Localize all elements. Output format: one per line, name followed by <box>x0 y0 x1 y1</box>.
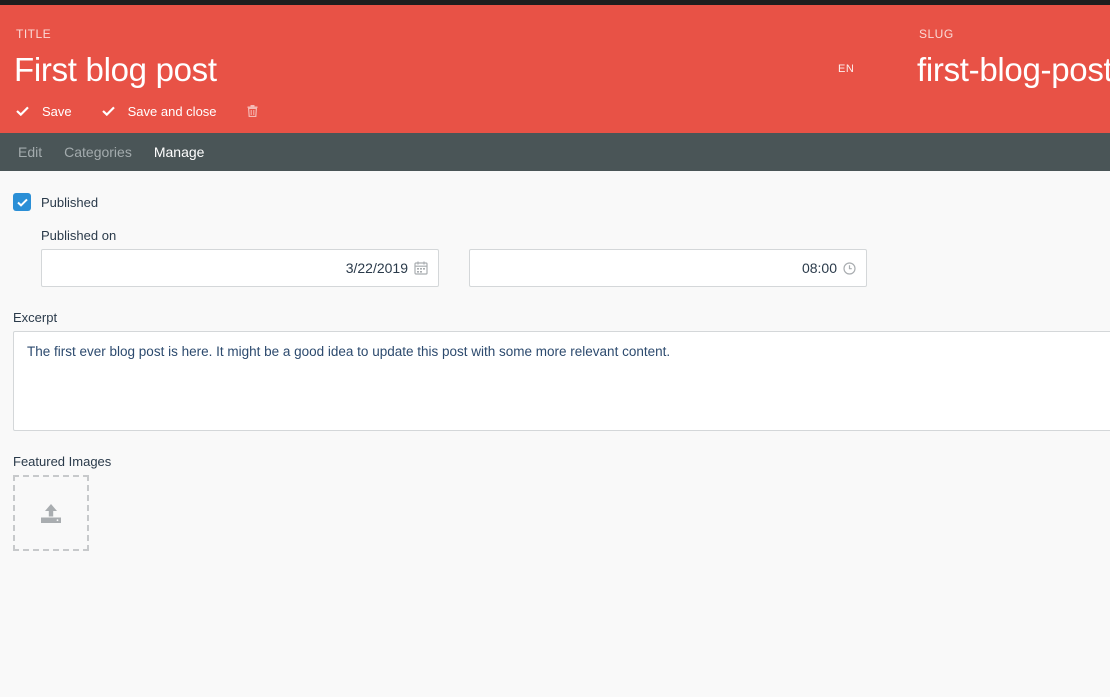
slug-input[interactable] <box>917 47 1110 93</box>
check-icon <box>16 198 28 207</box>
save-and-close-button[interactable]: Save and close <box>101 103 217 119</box>
manage-panel: Published Published on 3/22/2019 08:00 E… <box>0 171 1110 697</box>
save-button[interactable]: Save <box>16 104 72 119</box>
clock-icon <box>843 261 856 275</box>
published-checkbox[interactable] <box>13 193 31 211</box>
tab-edit[interactable]: Edit <box>18 144 42 160</box>
featured-image-upload[interactable] <box>13 475 89 551</box>
title-input[interactable] <box>14 47 794 93</box>
excerpt-textarea[interactable]: The first ever blog post is here. It mig… <box>13 331 1110 431</box>
date-value: 3/22/2019 <box>345 260 408 276</box>
slug-label: SLUG <box>919 27 954 41</box>
calendar-icon <box>414 261 428 275</box>
editor-header: TITLE EN SLUG Save Save and close <box>0 5 1110 133</box>
time-value: 08:00 <box>801 260 837 276</box>
delete-button[interactable] <box>247 105 258 117</box>
featured-images-label: Featured Images <box>13 454 112 469</box>
time-input[interactable]: 08:00 <box>469 249 867 287</box>
save-and-close-label: Save and close <box>127 103 217 119</box>
tab-manage[interactable]: Manage <box>154 144 205 160</box>
published-label: Published <box>41 194 99 210</box>
title-label: TITLE <box>16 27 52 41</box>
language-indicator[interactable]: EN <box>838 63 854 75</box>
date-input[interactable]: 3/22/2019 <box>41 249 439 287</box>
check-icon <box>16 106 29 116</box>
trash-icon <box>247 105 258 117</box>
header-actions: Save Save and close <box>16 101 258 121</box>
published-row: Published <box>13 193 98 211</box>
save-label: Save <box>42 103 72 119</box>
tab-bar: Edit Categories Manage <box>0 133 1110 171</box>
published-on-label: Published on <box>41 228 117 243</box>
excerpt-label: Excerpt <box>13 310 58 325</box>
upload-icon <box>41 504 61 523</box>
tab-categories[interactable]: Categories <box>64 144 132 160</box>
check-icon <box>101 106 115 116</box>
